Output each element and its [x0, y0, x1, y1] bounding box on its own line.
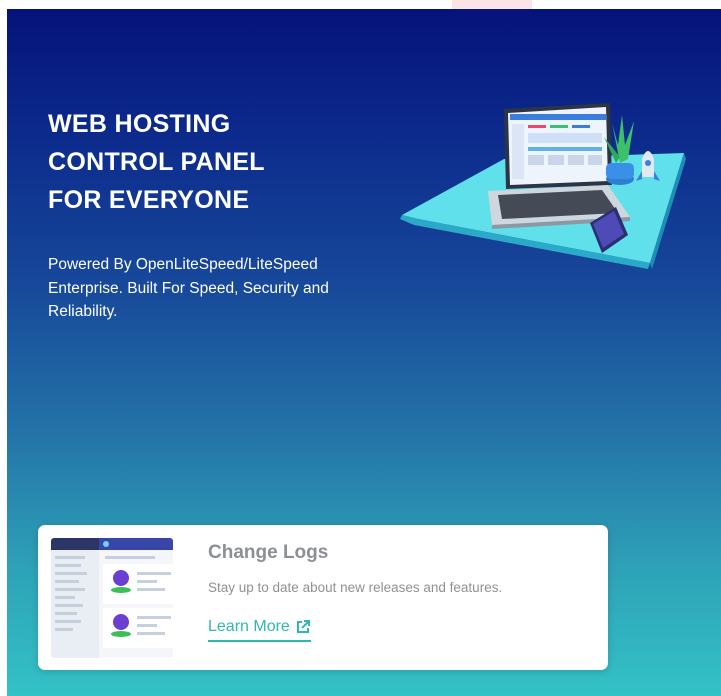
change-logs-card: Change Logs Stay up to date about new re… [38, 525, 608, 670]
laptop-desk-illustration [400, 103, 686, 269]
hero-title-line: WEB HOSTING [48, 110, 231, 138]
hero-subtitle: Powered By OpenLiteSpeed/LiteSpeed Enter… [48, 256, 329, 320]
hero-banner: WEB HOSTING CONTROL PANEL FOR EVERYONE P… [7, 9, 721, 696]
hero-title: WEB HOSTING CONTROL PANEL FOR EVERYONE [48, 105, 265, 219]
hero-title-line: CONTROL PANEL [48, 148, 265, 176]
external-link-icon [296, 620, 310, 633]
top-edge-decoration [452, 0, 532, 9]
card-title: Change Logs [208, 542, 329, 563]
learn-more-link[interactable]: Learn More [208, 618, 311, 642]
card-description: Stay up to date about new releases and f… [208, 580, 503, 595]
hero-title-line: FOR EVERYONE [48, 186, 250, 214]
learn-more-label: Learn More [208, 618, 290, 635]
change-logs-thumbnail [51, 538, 173, 658]
